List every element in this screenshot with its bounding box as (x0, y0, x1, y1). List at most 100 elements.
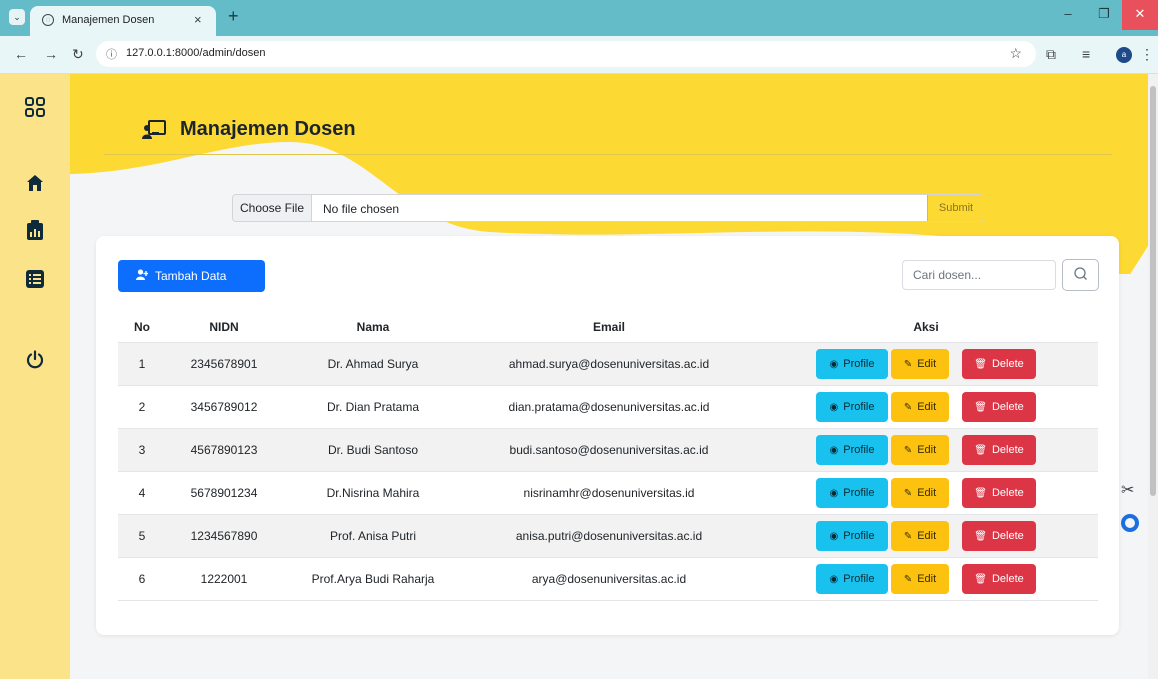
cell-no: 2 (118, 385, 166, 429)
edit-button[interactable]: ✎ Edit (891, 348, 949, 379)
globe-icon: ◌ (42, 14, 54, 26)
delete-button[interactable]: 🗑 Delete (962, 477, 1036, 508)
url-field[interactable]: ⓘ 127.0.0.1:8000/admin/dosen ☆ (96, 41, 1036, 67)
add-data-button[interactable]: Tambah Data (118, 260, 265, 292)
browser-menu-icon[interactable]: ⋮ (1140, 46, 1154, 63)
profile-button[interactable]: ◉ Profile (816, 477, 888, 508)
scissors-icon[interactable]: ✂ (1121, 480, 1134, 500)
add-data-label: Tambah Data (155, 269, 227, 283)
edit-label: Edit (917, 400, 937, 413)
delete-button[interactable]: 🗑 Delete (962, 434, 1036, 465)
choose-file-button[interactable]: Choose File (233, 195, 312, 221)
delete-button[interactable]: 🗑 Delete (962, 563, 1036, 594)
eye-icon: ◉ (829, 573, 839, 585)
table-row: 4 5678901234 Dr.Nisrina Mahira nisrinamh… (118, 471, 1098, 515)
edit-button[interactable]: ✎ Edit (891, 391, 949, 422)
edit-icon: ✎ (903, 358, 913, 370)
cell-nama: Dr. Budi Santoso (282, 428, 464, 472)
edit-label: Edit (917, 486, 937, 499)
profile-label: Profile (843, 357, 875, 370)
cell-nidn: 2345678901 (166, 342, 282, 386)
cell-email: anisa.putri@dosenuniversitas.ac.id (464, 514, 754, 558)
bookmark-star-icon[interactable]: ☆ (1009, 45, 1022, 62)
cell-nama: Prof. Anisa Putri (282, 514, 464, 558)
profile-button[interactable]: ◉ Profile (816, 563, 888, 594)
clipboard-chart-icon[interactable] (23, 220, 47, 244)
eye-icon: ◉ (829, 401, 839, 413)
edit-button[interactable]: ✎ Edit (891, 520, 949, 551)
edit-label: Edit (917, 357, 937, 370)
cell-no: 6 (118, 557, 166, 601)
cell-nama: Dr. Dian Pratama (282, 385, 464, 429)
sidebar (0, 74, 70, 679)
edit-button[interactable]: ✎ Edit (891, 563, 949, 594)
page-viewport: Manajemen Dosen Choose File No file chos… (0, 74, 1148, 679)
tab-search-chevron-icon[interactable]: ⌄ (9, 9, 25, 25)
profile-button[interactable]: ◉ Profile (816, 520, 888, 551)
reading-list-icon[interactable]: ≡ (1082, 46, 1090, 62)
delete-label: Delete (991, 529, 1024, 542)
edit-icon: ✎ (903, 573, 913, 585)
url-text[interactable]: 127.0.0.1:8000/admin/dosen (126, 47, 265, 59)
trash-icon: 🗑 (974, 530, 987, 542)
cell-aksi: ◉ Profile ✎ Edit 🗑 Delete (754, 385, 1098, 429)
cell-nama: Dr.Nisrina Mahira (282, 471, 464, 515)
trash-icon: 🗑 (974, 401, 987, 413)
edit-label: Edit (917, 529, 937, 542)
search-input[interactable] (902, 260, 1056, 290)
maximize-icon[interactable]: ❐ (1086, 0, 1122, 30)
search-button[interactable] (1062, 259, 1099, 291)
scrollbar[interactable] (1148, 74, 1158, 679)
scrollbar-thumb[interactable] (1150, 86, 1156, 496)
power-icon[interactable] (23, 350, 47, 374)
extensions-icon[interactable]: ⧉ (1046, 46, 1056, 63)
edit-button[interactable]: ✎ Edit (891, 434, 949, 465)
cell-email: ahmad.surya@dosenuniversitas.ac.id (464, 342, 754, 386)
tab-close-icon[interactable]: × (194, 12, 202, 27)
cell-aksi: ◉ Profile ✎ Edit 🗑 Delete (754, 514, 1098, 558)
browser-tab[interactable]: ◌ Manajemen Dosen × (30, 6, 216, 36)
trash-icon: 🗑 (974, 487, 987, 499)
forward-arrow-icon[interactable]: → (44, 46, 58, 62)
delete-button[interactable]: 🗑 Delete (962, 391, 1036, 422)
profile-button[interactable]: ◉ Profile (816, 391, 888, 422)
profile-label: Profile (843, 572, 875, 585)
list-icon[interactable] (23, 270, 47, 294)
column-header: Nama (356, 319, 390, 334)
edit-button[interactable]: ✎ Edit (891, 477, 949, 508)
profile-label: Profile (843, 486, 875, 499)
delete-button[interactable]: 🗑 Delete (962, 348, 1036, 379)
table-row: 3 4567890123 Dr. Budi Santoso budi.santo… (118, 428, 1098, 472)
site-info-icon[interactable]: ⓘ (106, 46, 117, 62)
profile-button[interactable]: ◉ Profile (816, 348, 888, 379)
profile-label: Profile (843, 400, 875, 413)
header-divider (104, 154, 1112, 155)
cell-aksi: ◉ Profile ✎ Edit 🗑 Delete (754, 557, 1098, 601)
column-header: No (134, 319, 150, 334)
grid-icon[interactable] (23, 96, 47, 120)
edit-label: Edit (917, 572, 937, 585)
user-plus-icon (136, 260, 149, 292)
reload-icon[interactable]: ↻ (72, 46, 84, 63)
delete-button[interactable]: 🗑 Delete (962, 520, 1036, 551)
new-tab-icon[interactable]: + (228, 6, 239, 27)
assistant-icon[interactable] (1121, 514, 1139, 532)
profile-button[interactable]: ◉ Profile (816, 434, 888, 465)
search-icon (1074, 267, 1087, 280)
delete-label: Delete (991, 486, 1024, 499)
cell-nidn: 1234567890 (166, 514, 282, 558)
profile-avatar[interactable]: a (1116, 47, 1132, 63)
file-status-text: No file chosen (323, 202, 400, 216)
table-row: 6 1222001 Prof.Arya Budi Raharja arya@do… (118, 557, 1098, 601)
cell-email: nisrinamhr@dosenuniversitas.id (464, 471, 754, 515)
close-window-icon[interactable]: ✕ (1122, 0, 1158, 30)
table-header-row: No NIDN Nama Email Aksi (118, 312, 1098, 342)
column-header: NIDN (209, 319, 239, 334)
table-row: 1 2345678901 Dr. Ahmad Surya ahmad.surya… (118, 342, 1098, 386)
minimize-icon[interactable]: – (1050, 0, 1086, 30)
file-upload-group: Choose File No file chosen Submit (232, 194, 984, 222)
home-icon[interactable] (23, 174, 47, 198)
table-row: 5 1234567890 Prof. Anisa Putri anisa.put… (118, 514, 1098, 558)
back-arrow-icon[interactable]: ← (14, 46, 28, 62)
submit-button[interactable]: Submit (927, 195, 984, 221)
